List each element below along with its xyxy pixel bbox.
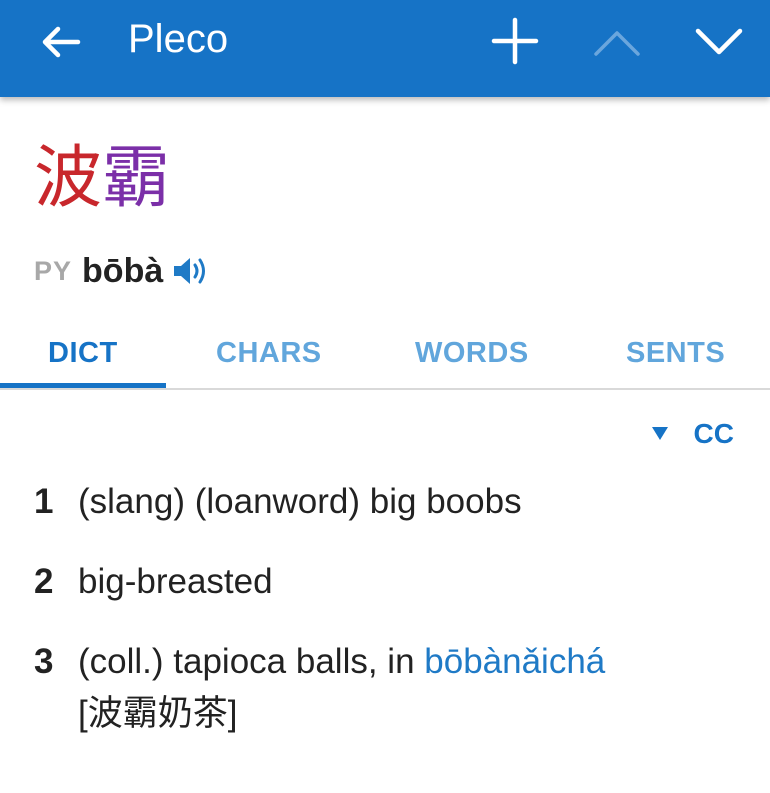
tab-bar: DICT CHARS WORDS SENTS	[0, 318, 770, 390]
tab-dict[interactable]: DICT	[48, 330, 118, 376]
definition-text-before: (coll.) tapioca balls, in	[78, 642, 425, 681]
pinyin-text: bōbà	[82, 251, 164, 290]
tab-sents[interactable]: SENTS	[626, 330, 725, 376]
tab-words[interactable]: WORDS	[415, 330, 529, 376]
definition-number: 3	[34, 642, 54, 681]
triangle-down-icon	[651, 427, 668, 440]
dictionary-source-selector[interactable]: CC	[651, 414, 734, 454]
definition-text: big-breasted	[78, 562, 273, 601]
arrow-left-icon[interactable]	[38, 20, 82, 64]
headword-char-1[interactable]: 波	[34, 139, 102, 218]
headword: 波霸	[34, 134, 170, 224]
app-bar: Pleco	[0, 0, 770, 97]
active-tab-indicator	[0, 383, 166, 388]
pinyin-row: PY bōbà	[34, 248, 211, 294]
plus-icon[interactable]	[490, 16, 540, 66]
definition-text: (slang) (loanword) big boobs	[78, 482, 522, 521]
definition-text: (coll.) tapioca balls, in bōbànǎichá [波霸奶…	[78, 636, 744, 740]
chevron-up-icon[interactable]	[592, 22, 642, 62]
app-title: Pleco	[128, 17, 229, 61]
tab-chars[interactable]: CHARS	[216, 330, 322, 376]
speaker-icon[interactable]	[171, 254, 211, 288]
source-label: CC	[693, 418, 734, 449]
definition-number: 1	[34, 482, 54, 521]
related-word-link[interactable]: bōbànǎichá	[424, 642, 605, 681]
pinyin-label: PY	[34, 255, 73, 286]
headword-char-2[interactable]: 霸	[102, 139, 170, 218]
chevron-down-icon[interactable]	[694, 22, 744, 62]
definition-text-after: [波霸奶茶]	[78, 694, 238, 733]
definition-number: 2	[34, 562, 54, 601]
